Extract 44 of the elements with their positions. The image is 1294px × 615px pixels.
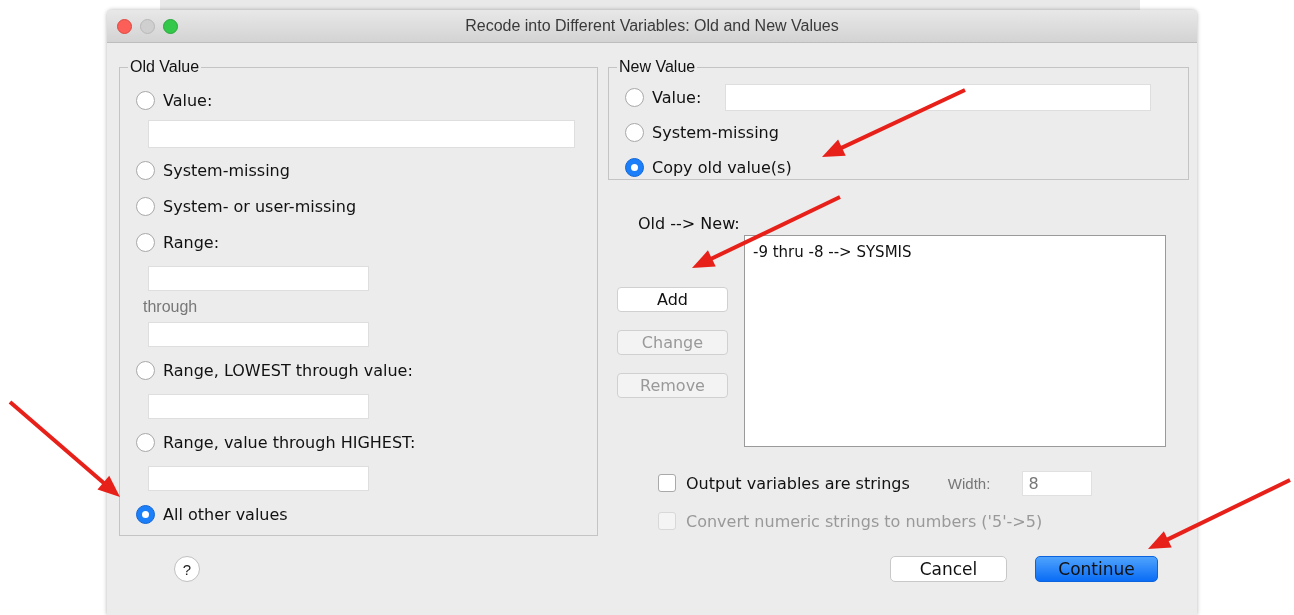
close-button[interactable] — [117, 18, 132, 34]
radio-button[interactable] — [136, 504, 155, 524]
radio-button[interactable] — [136, 360, 155, 380]
option-label: Range, LOWEST through value: — [163, 360, 413, 380]
list-action-button[interactable]: Add — [617, 287, 728, 312]
radio-button[interactable] — [136, 432, 155, 452]
dialog-button[interactable]: Cancel — [890, 556, 1007, 582]
option-label: Range: — [163, 232, 220, 252]
option-label: Value: — [163, 90, 213, 110]
list-label: Old --> New: — [638, 214, 740, 233]
width-field[interactable]: 8 — [1022, 470, 1093, 496]
width-label: Width: — [947, 474, 991, 492]
input-field[interactable] — [725, 84, 1152, 111]
checkbox-label: Convert numeric strings to numbers ('5'->5) — [686, 511, 1043, 531]
option-label: System-missing — [652, 123, 779, 142]
option-label: All other values — [163, 504, 288, 524]
checkbox-label: Output variables are strings — [686, 473, 910, 493]
input-field[interactable] — [148, 120, 575, 148]
radio-button[interactable] — [625, 88, 644, 107]
default-button[interactable]: Continue — [1035, 556, 1158, 582]
radio-button[interactable] — [136, 232, 155, 252]
option-label: System- or user-missing — [163, 196, 357, 216]
option-label: Range, value through HIGHEST: — [163, 432, 416, 452]
checkbox[interactable] — [658, 474, 676, 492]
input-field[interactable] — [148, 322, 369, 347]
option-label: Value: — [652, 88, 702, 107]
help-button[interactable]: ? — [174, 556, 200, 582]
input-field[interactable] — [148, 394, 369, 419]
group-title: Old Value — [129, 58, 201, 76]
radio-button[interactable] — [136, 160, 155, 180]
zoom-button[interactable] — [163, 18, 178, 34]
input-field[interactable] — [148, 466, 369, 491]
option-label: System-missing — [163, 160, 290, 180]
radio-button[interactable] — [136, 90, 155, 110]
radio-button[interactable] — [625, 158, 644, 177]
group-title: New Value — [618, 58, 697, 76]
option-label: Copy old value(s) — [652, 158, 792, 177]
window-title: Recode into Different Variables: Old and New Values — [465, 17, 839, 35]
radio-button[interactable] — [136, 196, 155, 216]
minimize-button[interactable] — [140, 18, 155, 34]
through-label: through — [143, 298, 199, 316]
list-item[interactable]: -9 thru -8 --> SYSMIS — [753, 243, 912, 261]
input-field[interactable] — [148, 266, 369, 291]
radio-button[interactable] — [625, 123, 644, 142]
